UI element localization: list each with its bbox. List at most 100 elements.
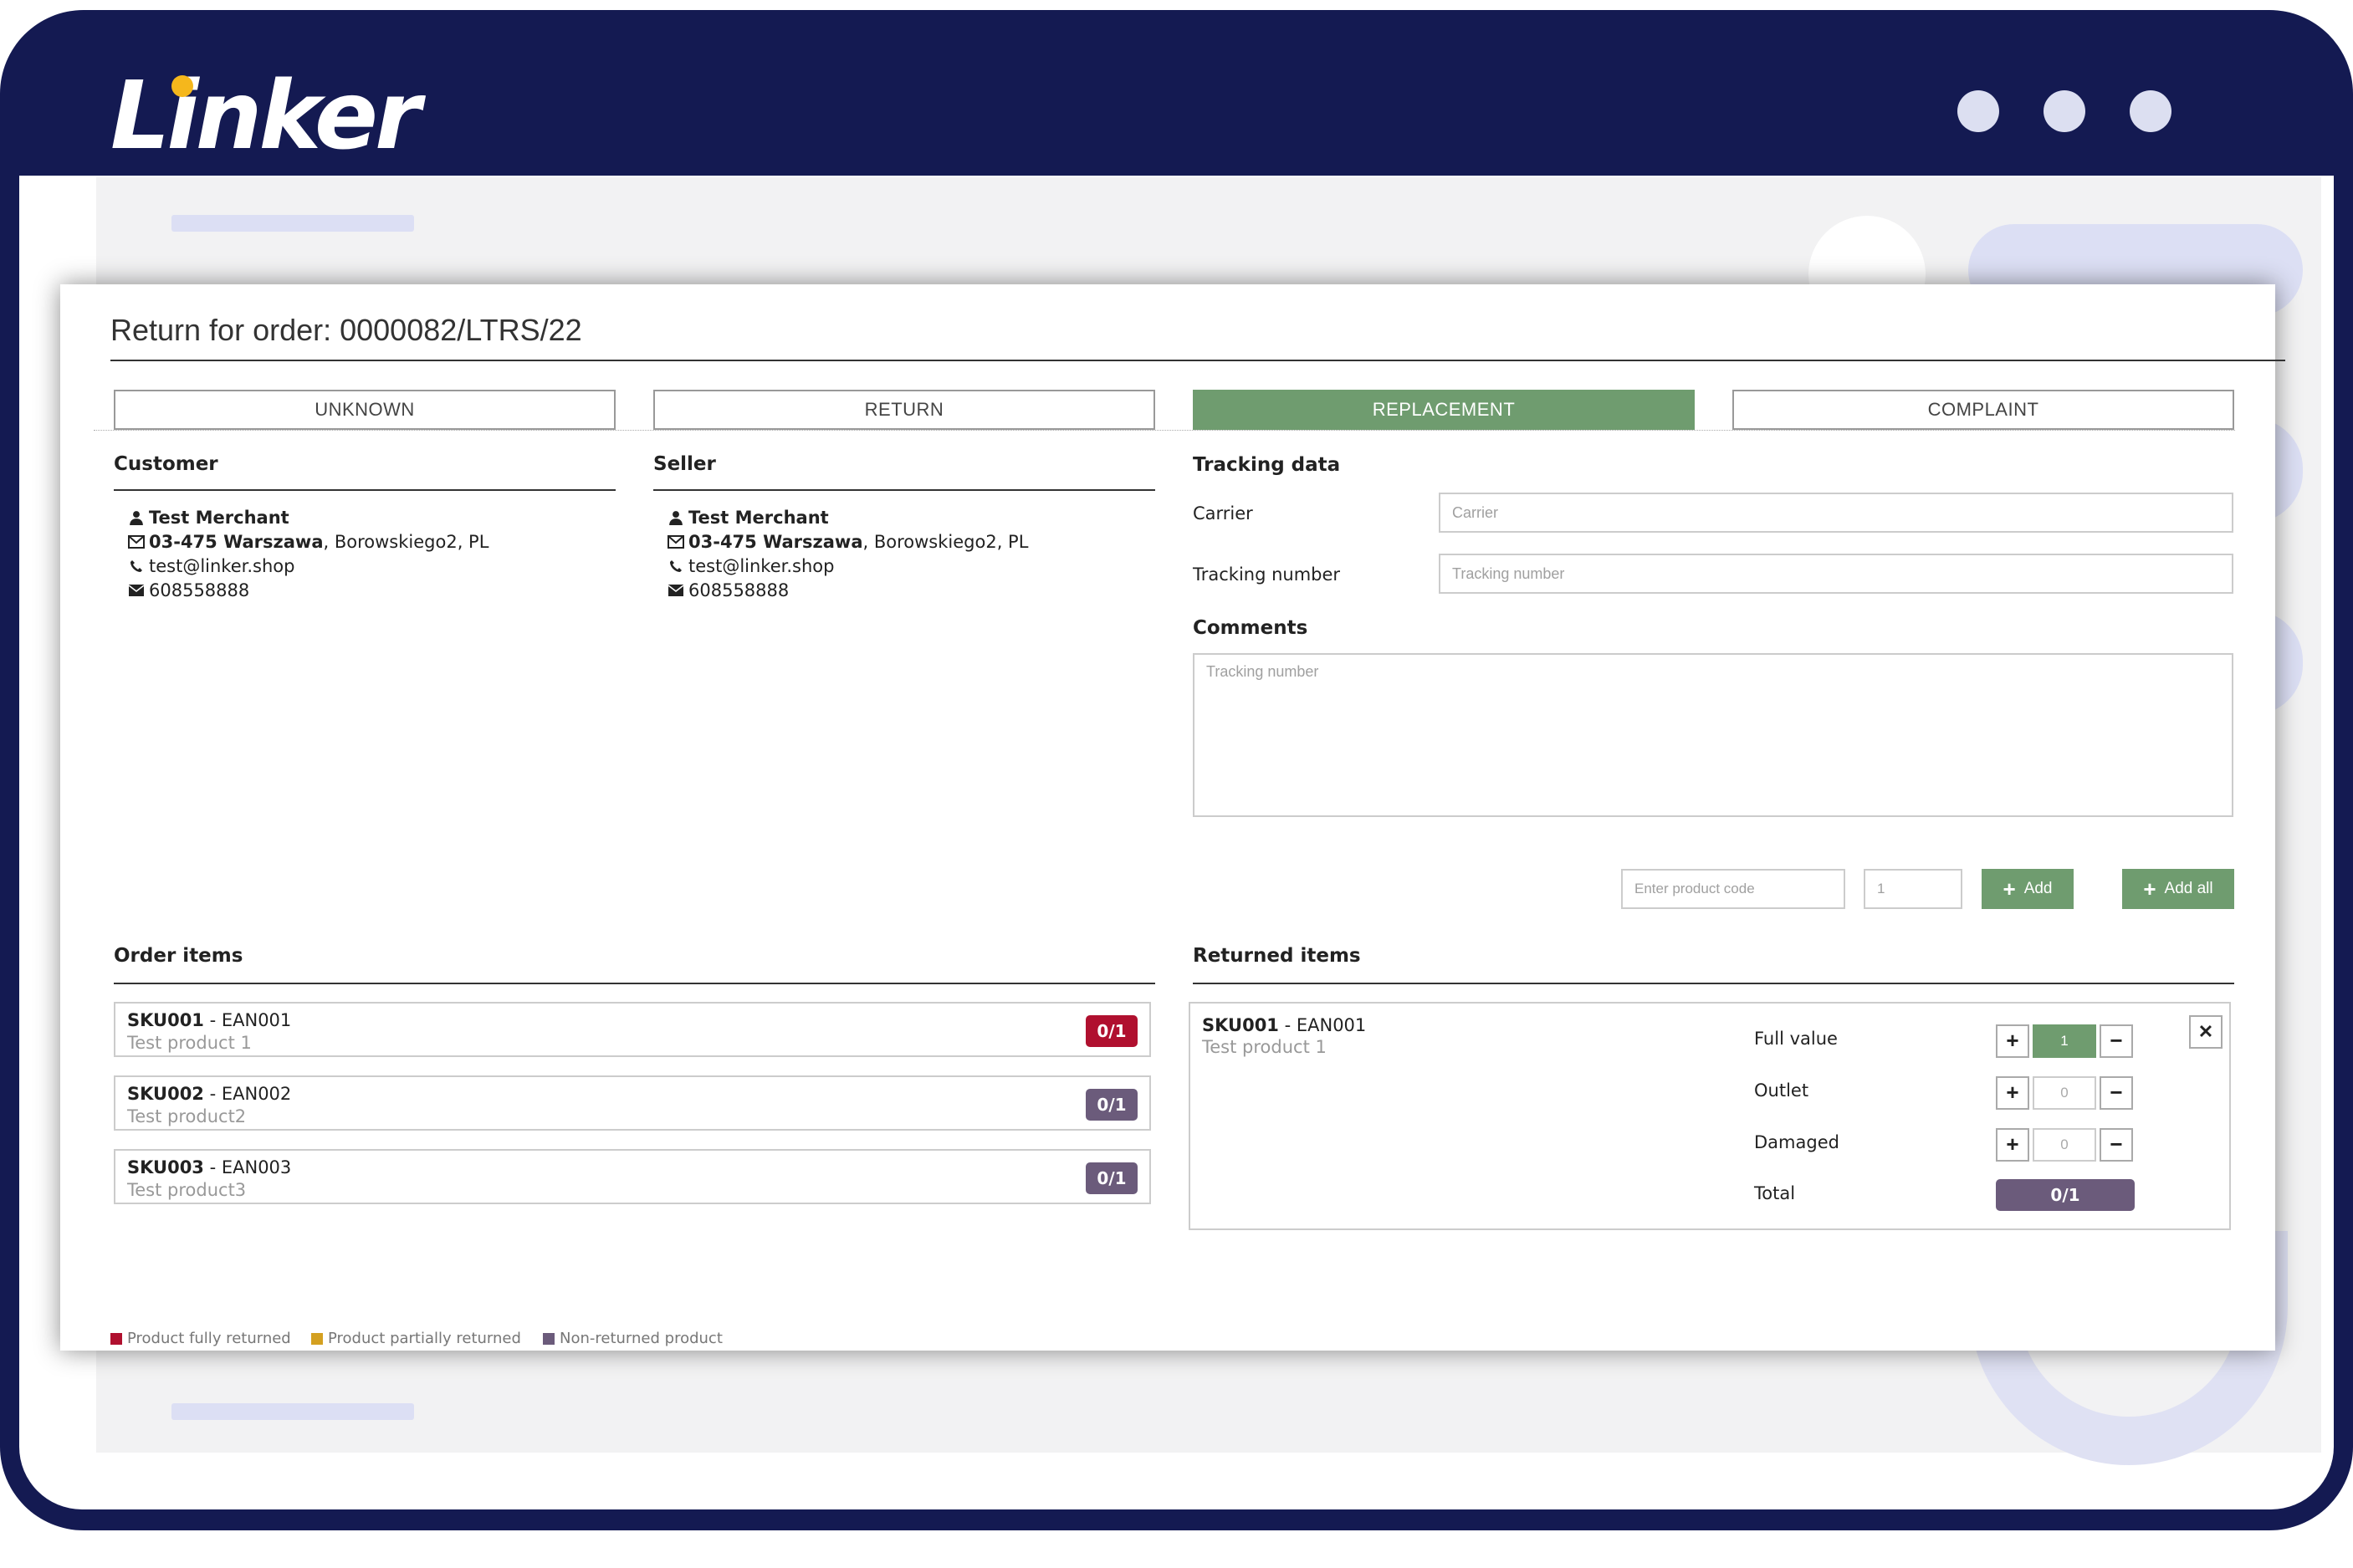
tab-replacement[interactable]: REPLACEMENT	[1193, 390, 1695, 430]
seller-street: , Borowskiego2, PL	[862, 531, 1029, 552]
legend-label: Non-returned product	[560, 1330, 723, 1347]
envelope-outline-icon	[124, 534, 149, 549]
item-ean: - EAN002	[203, 1084, 292, 1104]
window-dot-3	[2130, 90, 2171, 132]
logo-text: Linker	[110, 62, 421, 171]
outlet-minus-button[interactable]: −	[2100, 1076, 2133, 1110]
returned-item-sku: SKU001	[1202, 1015, 1279, 1035]
seller-name: Test Merchant	[688, 507, 829, 528]
product-quantity-input[interactable]	[1864, 869, 1962, 909]
full-value-plus-button[interactable]: +	[1996, 1024, 2029, 1058]
user-icon	[124, 510, 149, 525]
returned-item-name: Test product 1	[1202, 1037, 1327, 1057]
seller-email: test@linker.shop	[688, 555, 835, 576]
background-bar-top	[171, 215, 414, 232]
item-sku: SKU002	[127, 1084, 204, 1104]
total-label: Total	[1754, 1183, 1796, 1203]
returned-item-card: SKU001 - EAN001 Test product 1 Full valu…	[1189, 1002, 2231, 1230]
window-dot-1	[1957, 90, 1999, 132]
tabs-divider	[94, 430, 2235, 431]
customer-postal-city: 03-475 Warszawa	[149, 531, 324, 552]
add-all-button[interactable]: + Add all	[2122, 869, 2234, 909]
total-badge: 0/1	[1996, 1179, 2135, 1211]
customer-name: Test Merchant	[149, 507, 289, 528]
item-name: Test product 1	[127, 1033, 252, 1053]
phone-icon	[663, 559, 688, 573]
legend-label: Product partially returned	[328, 1330, 521, 1347]
item-status-badge: 0/1	[1086, 1089, 1138, 1121]
modal-title: Return for order: 0000082/LTRS/22	[110, 313, 582, 347]
tracking-heading: Tracking data	[1193, 454, 1341, 476]
envelope-outline-icon	[663, 534, 688, 549]
outlet-quantity[interactable]: 0	[2033, 1076, 2096, 1110]
tab-complaint[interactable]: COMPLAINT	[1732, 390, 2234, 430]
close-icon: ✕	[2197, 1021, 2214, 1042]
damaged-plus-button[interactable]: +	[1996, 1128, 2029, 1162]
user-icon	[663, 510, 688, 525]
item-sku: SKU003	[127, 1157, 204, 1177]
damaged-label: Damaged	[1754, 1132, 1839, 1152]
item-sku: SKU001	[127, 1010, 204, 1030]
seller-postal-city: 03-475 Warszawa	[688, 531, 863, 552]
legend-swatch	[543, 1332, 555, 1345]
envelope-icon	[124, 584, 149, 597]
customer-contact: Test Merchant 03-475 Warszawa, Borowskie…	[124, 505, 489, 602]
comments-heading: Comments	[1193, 617, 1308, 639]
customer-heading: Customer	[114, 453, 218, 475]
outlet-label: Outlet	[1754, 1080, 1809, 1101]
item-status-badge: 0/1	[1086, 1015, 1138, 1047]
plus-icon: +	[2003, 876, 2016, 901]
order-items-divider	[114, 983, 1155, 984]
product-code-input[interactable]	[1621, 869, 1845, 909]
carrier-input[interactable]	[1439, 493, 2233, 533]
logo-dot	[171, 75, 193, 97]
order-item-row[interactable]: SKU003 - EAN003 Test product3 0/1	[114, 1149, 1151, 1204]
linker-logo: Linker	[110, 62, 421, 171]
return-modal: Return for order: 0000082/LTRS/22 UNKNOW…	[60, 284, 2285, 1351]
item-ean: - EAN003	[203, 1157, 292, 1177]
damaged-minus-button[interactable]: −	[2100, 1128, 2133, 1162]
customer-street: , Borowskiego2, PL	[323, 531, 489, 552]
tracking-number-label: Tracking number	[1193, 564, 1341, 585]
legend-partially-returned: Product partially returned	[311, 1330, 521, 1347]
tab-unknown[interactable]: UNKNOWN	[114, 390, 616, 430]
tab-return[interactable]: RETURN	[653, 390, 1155, 430]
legend-swatch	[311, 1332, 323, 1345]
legend-label: Product fully returned	[127, 1330, 291, 1347]
seller-contact: Test Merchant 03-475 Warszawa, Borowskie…	[663, 505, 1028, 602]
order-item-row[interactable]: SKU001 - EAN001 Test product 1 0/1	[114, 1002, 1151, 1057]
comments-textarea[interactable]	[1193, 653, 2233, 817]
outlet-plus-button[interactable]: +	[1996, 1076, 2029, 1110]
customer-divider	[114, 489, 616, 491]
plus-icon: +	[2143, 876, 2156, 901]
full-value-label: Full value	[1754, 1029, 1838, 1049]
customer-phone: 608558888	[149, 580, 250, 600]
item-name: Test product2	[127, 1106, 247, 1126]
order-item-row[interactable]: SKU002 - EAN002 Test product2 0/1	[114, 1075, 1151, 1131]
customer-email: test@linker.shop	[149, 555, 295, 576]
seller-divider	[653, 489, 1155, 491]
add-button-label: Add	[2023, 880, 2053, 897]
background-bar-bottom	[171, 1403, 414, 1420]
returned-item-ean: - EAN001	[1278, 1015, 1367, 1035]
add-button[interactable]: + Add	[1982, 869, 2074, 909]
item-name: Test product3	[127, 1180, 247, 1200]
add-all-button-label: Add all	[2164, 880, 2213, 897]
damaged-quantity[interactable]: 0	[2033, 1128, 2096, 1162]
item-ean: - EAN001	[203, 1010, 292, 1030]
window-dot-2	[2044, 90, 2085, 132]
returned-items-divider	[1193, 983, 2234, 984]
phone-icon	[124, 559, 149, 573]
envelope-icon	[663, 584, 688, 597]
order-items-heading: Order items	[114, 945, 243, 967]
legend-non-returned: Non-returned product	[543, 1330, 723, 1347]
tracking-number-input[interactable]	[1439, 554, 2233, 594]
seller-heading: Seller	[653, 453, 716, 475]
seller-phone: 608558888	[688, 580, 790, 600]
full-value-minus-button[interactable]: −	[2100, 1024, 2133, 1058]
remove-item-button[interactable]: ✕	[2189, 1015, 2223, 1049]
legend-swatch	[110, 1332, 122, 1345]
carrier-label: Carrier	[1193, 503, 1253, 524]
returned-items-heading: Returned items	[1193, 945, 1361, 967]
full-value-quantity[interactable]: 1	[2033, 1024, 2096, 1058]
